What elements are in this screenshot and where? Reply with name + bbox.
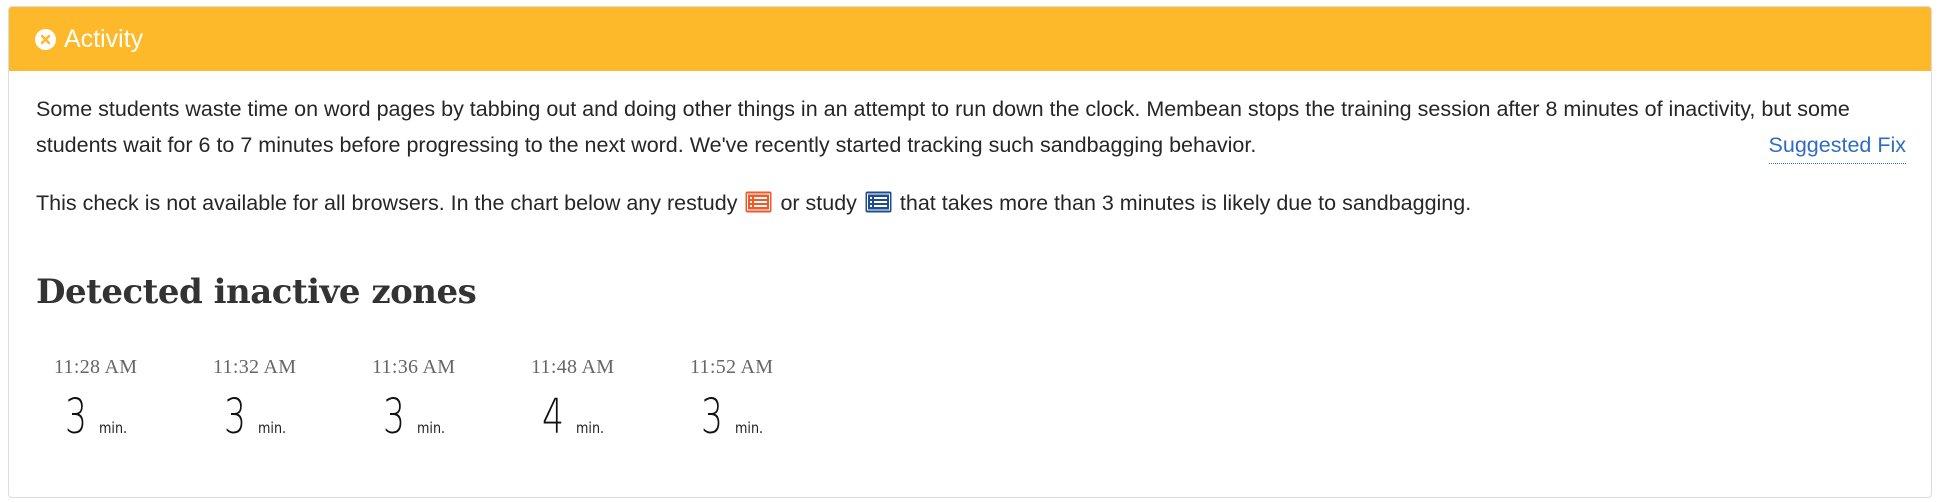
inactive-zone: 11:36 AM 3 min. bbox=[372, 356, 531, 441]
restudy-list-icon bbox=[745, 188, 772, 224]
inactive-zone: 11:28 AM 3 min. bbox=[54, 356, 213, 441]
inactive-zone: 11:48 AM 4 min. bbox=[531, 356, 690, 441]
note-text-1: This check is not available for all brow… bbox=[36, 191, 738, 215]
zone-minutes: 3 bbox=[701, 389, 723, 445]
zone-minutes: 3 bbox=[65, 389, 87, 445]
study-list-icon bbox=[865, 188, 892, 224]
zone-time: 11:32 AM bbox=[213, 356, 297, 378]
section-title: Detected inactive zones bbox=[36, 272, 477, 312]
zone-duration: 3 min. bbox=[701, 393, 849, 441]
zone-unit: min. bbox=[576, 419, 605, 437]
zone-duration: 4 min. bbox=[542, 393, 690, 441]
intro-text: Some students waste time on word pages b… bbox=[36, 97, 1850, 157]
zone-unit: min. bbox=[735, 419, 764, 437]
circle-x-icon[interactable] bbox=[35, 28, 56, 50]
zone-duration: 3 min. bbox=[383, 393, 531, 441]
panel-title: Activity bbox=[64, 24, 144, 53]
zone-time: 11:28 AM bbox=[54, 356, 138, 378]
note-text-3: that takes more than 3 minutes is likely… bbox=[899, 191, 1472, 215]
zone-unit: min. bbox=[99, 419, 128, 437]
note-text-2: or study bbox=[780, 191, 857, 215]
zone-time: 11:36 AM bbox=[372, 356, 456, 378]
browser-note: This check is not available for all brow… bbox=[36, 185, 1905, 224]
zone-unit: min. bbox=[417, 419, 446, 437]
suggested-fix-link[interactable]: Suggested Fix bbox=[1768, 127, 1906, 164]
zone-time: 11:48 AM bbox=[531, 356, 615, 378]
inactive-zone: 11:32 AM 3 min. bbox=[213, 356, 372, 441]
zone-duration: 3 min. bbox=[65, 393, 213, 441]
activity-panel: Activity Some students waste time on wor… bbox=[8, 6, 1932, 498]
zone-minutes: 4 bbox=[542, 389, 564, 445]
zone-unit: min. bbox=[258, 419, 287, 437]
inactive-zone: 11:52 AM 3 min. bbox=[690, 356, 849, 441]
zone-duration: 3 min. bbox=[224, 393, 372, 441]
inactive-zones-list: 11:28 AM 3 min. 11:32 AM 3 min. 11:36 AM… bbox=[54, 356, 1905, 441]
zone-minutes: 3 bbox=[383, 389, 405, 445]
zone-minutes: 3 bbox=[224, 389, 246, 445]
zone-time: 11:52 AM bbox=[690, 356, 774, 378]
panel-body: Some students waste time on word pages b… bbox=[9, 71, 1931, 441]
panel-header: Activity bbox=[9, 7, 1931, 71]
